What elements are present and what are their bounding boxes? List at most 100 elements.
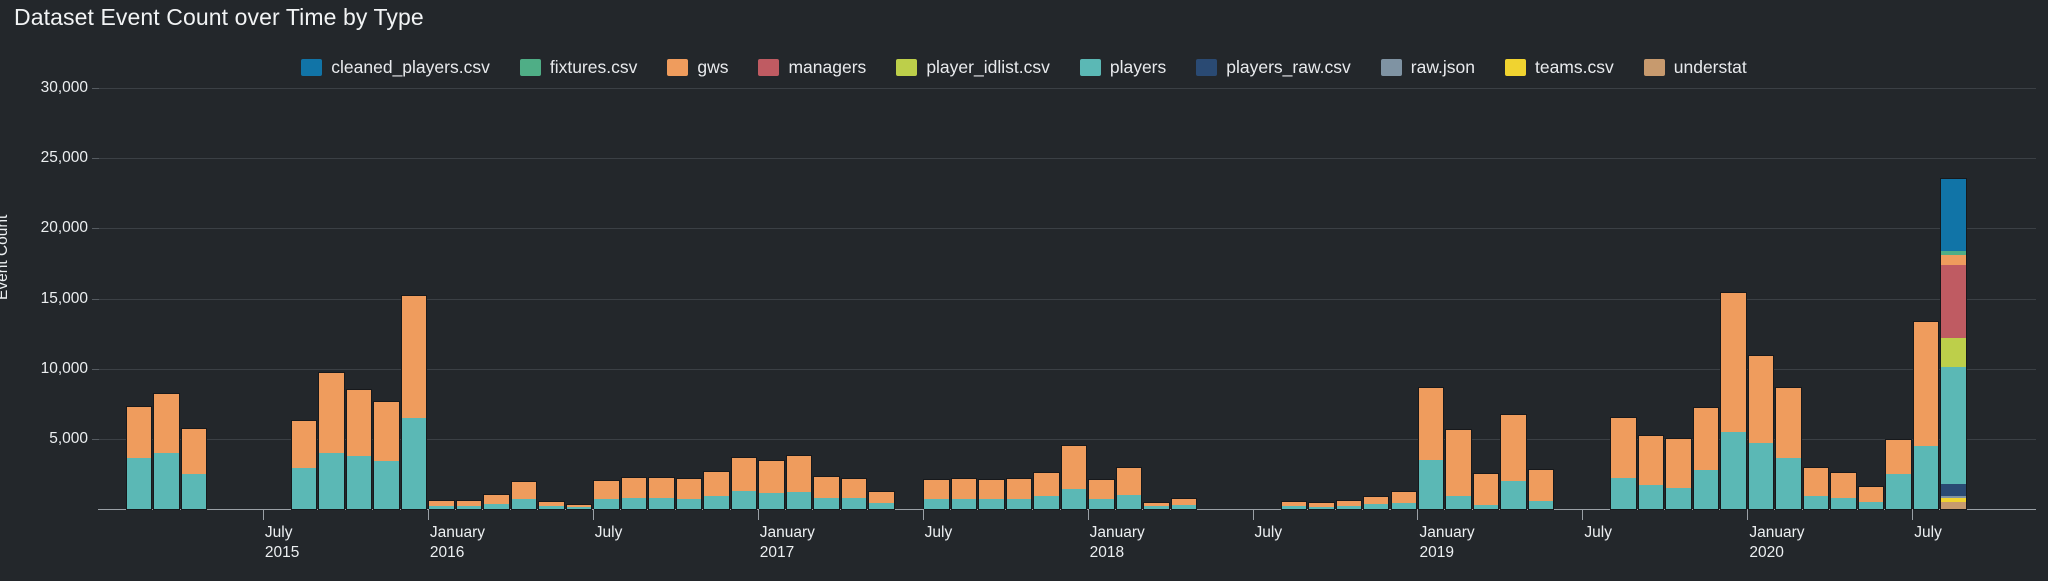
y-tick-label: 30,000 [40, 79, 88, 96]
bar-column[interactable] [1527, 468, 1555, 511]
bar-column[interactable] [1005, 477, 1033, 511]
bar-segment [1089, 479, 1114, 500]
x-tick-label: January 2020 [1749, 523, 1804, 563]
bar-segment [1858, 486, 1884, 502]
legend-item-label: managers [788, 57, 867, 77]
bar-segment [1693, 469, 1719, 509]
bar-column[interactable] [1775, 387, 1802, 510]
legend-item-managers[interactable]: managers [758, 57, 866, 78]
bar-column[interactable] [1692, 406, 1720, 511]
bar-column[interactable] [1610, 416, 1637, 511]
bar-segment [731, 491, 757, 509]
legend-item-fixtures-csv[interactable]: fixtures.csv [519, 57, 637, 78]
bar-column[interactable] [1088, 478, 1115, 511]
bar-segment [1831, 497, 1856, 509]
bar-segment [1528, 469, 1554, 501]
x-tick-label: January 2016 [430, 523, 485, 563]
bar-column[interactable] [345, 388, 373, 511]
bar-column[interactable] [868, 491, 895, 510]
bar-segment [759, 460, 784, 493]
x-tick-month: January [1089, 524, 1145, 541]
bar-column[interactable] [593, 479, 620, 511]
bar-column[interactable] [1720, 291, 1747, 511]
bar-segment [869, 492, 894, 504]
bar-column[interactable] [1170, 498, 1198, 510]
bar-column[interactable] [675, 477, 703, 511]
bar-column[interactable] [153, 392, 180, 511]
legend-swatch-icon [519, 59, 541, 76]
bar-column[interactable] [1060, 444, 1088, 511]
bar-column[interactable] [620, 477, 648, 510]
legend-item-players-raw-csv[interactable]: players_raw.csv [1196, 57, 1351, 78]
bar-column[interactable] [1115, 467, 1143, 510]
bar-column[interactable] [318, 371, 345, 511]
legend-item-understat[interactable]: understat [1643, 57, 1747, 78]
bar-column[interactable] [813, 475, 840, 511]
bar-column[interactable] [1417, 387, 1445, 510]
legend-item-teams-csv[interactable]: teams.csv [1504, 57, 1614, 78]
bar-column[interactable] [455, 499, 483, 511]
bar-column[interactable] [1802, 467, 1830, 510]
bar-column[interactable] [1280, 500, 1308, 511]
bar-column[interactable] [1857, 485, 1885, 511]
bar-column[interactable] [373, 401, 400, 510]
legend-swatch-icon [896, 59, 918, 76]
bar-segment [1941, 179, 1966, 251]
bar-column[interactable] [978, 479, 1005, 510]
legend-item-cleaned-players-csv[interactable]: cleaned_players.csv [301, 57, 490, 78]
y-tick-label: 20,000 [40, 219, 88, 237]
bar-column[interactable] [1362, 495, 1390, 511]
bar-segment [1446, 496, 1471, 509]
bar-segment [1473, 474, 1499, 506]
bar-column[interactable] [483, 493, 510, 511]
bar-column[interactable] [950, 477, 978, 511]
y-tick-mark [92, 228, 99, 230]
legend-item-players[interactable]: players [1079, 57, 1166, 78]
bar-segment [1006, 478, 1032, 499]
y-tick-mark [92, 158, 99, 160]
y-axis-title: Event Count [0, 214, 11, 300]
bar-column[interactable] [1940, 178, 1967, 510]
bar-column[interactable] [785, 455, 813, 510]
bar-segment [841, 498, 867, 509]
legend-item-label: player_idlist.csv [926, 57, 1050, 77]
bar-segment [1913, 322, 1939, 446]
bar-column[interactable] [758, 459, 785, 511]
bar-column[interactable] [648, 477, 675, 510]
bar-column[interactable] [125, 405, 153, 511]
bar-column[interactable] [1472, 473, 1500, 510]
bar-column[interactable] [1390, 490, 1418, 511]
bar-segment [1391, 491, 1416, 504]
bar-column[interactable] [1335, 500, 1363, 510]
bar-column[interactable] [1637, 435, 1665, 510]
legend-item-player-idlist-csv[interactable]: player_idlist.csv [896, 57, 1050, 78]
legend-item-gws[interactable]: gws [667, 57, 728, 78]
bar-column[interactable] [538, 500, 565, 511]
bar-column[interactable] [730, 456, 758, 511]
bar-column[interactable] [923, 479, 950, 510]
bar-segment [1803, 496, 1829, 509]
x-tick-year: 2020 [1749, 544, 1784, 561]
bar-column[interactable] [1665, 437, 1692, 511]
bar-column[interactable] [1747, 355, 1775, 510]
bar-column[interactable] [180, 428, 208, 510]
bar-segment [786, 456, 812, 493]
bar-column[interactable] [400, 294, 428, 511]
bar-column[interactable] [1885, 439, 1912, 510]
bar-column[interactable] [840, 477, 868, 511]
bar-column[interactable] [428, 499, 455, 511]
legend-item-raw-json[interactable]: raw.json [1380, 57, 1475, 78]
bar-column[interactable] [1830, 471, 1857, 511]
bar-column[interactable] [1500, 413, 1527, 511]
x-tick-mark [427, 509, 429, 520]
bar-column[interactable] [1912, 321, 1940, 510]
bar-segment [1941, 483, 1966, 497]
bar-segment [1638, 436, 1664, 486]
bar-segment [1418, 388, 1444, 460]
bar-column[interactable] [1445, 429, 1472, 510]
bar-column[interactable] [290, 419, 318, 511]
bar-column[interactable] [1033, 471, 1060, 511]
bar-column[interactable] [703, 470, 730, 511]
bar-column[interactable] [510, 480, 538, 511]
legend-swatch-icon [301, 59, 323, 76]
